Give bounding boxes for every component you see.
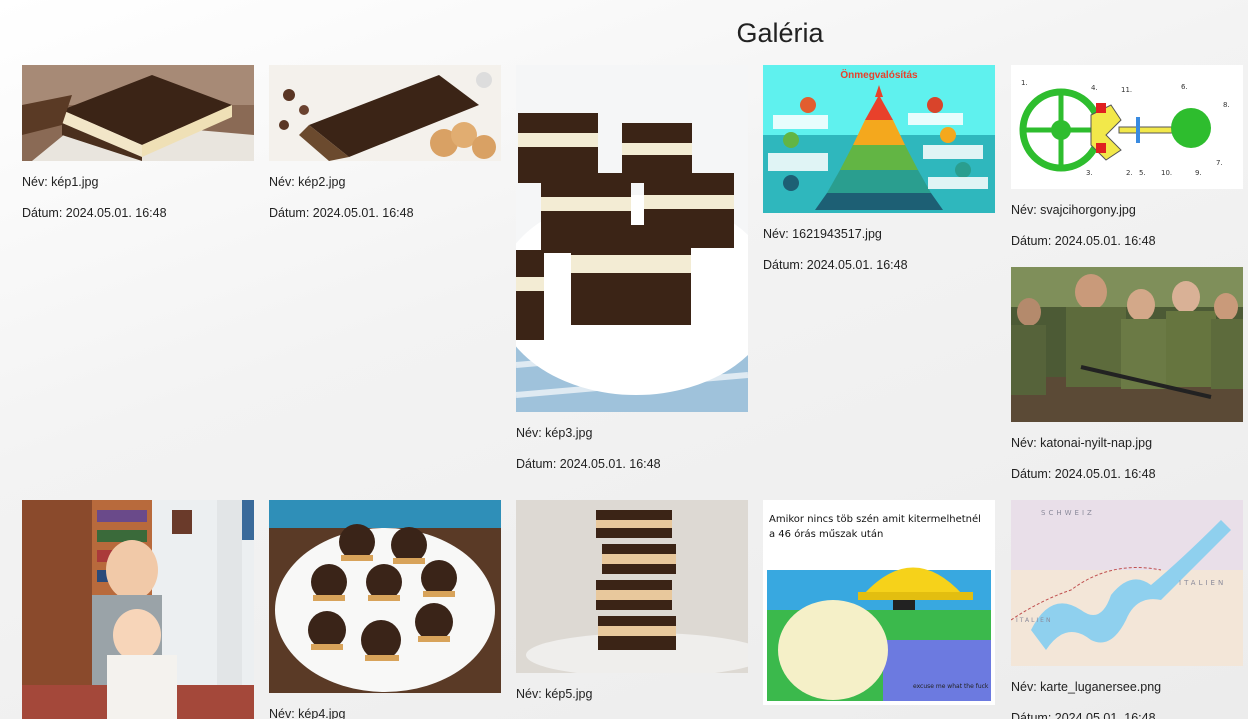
image-date: Dátum: 2024.05.01. 16:48 <box>763 258 908 272</box>
diagram-label: 1. <box>1021 79 1028 87</box>
image-meta: Név: kép5.jpg <box>516 687 750 701</box>
meme-top-text-line1: Amikor nincs töb szén amit kitermelhetné… <box>769 513 981 525</box>
gallery-item-children <box>22 500 256 719</box>
soldiers-photo-image[interactable] <box>1011 267 1243 422</box>
gallery-item-map: SCHWEIZ ITALIEN ITALIEN Név: karte_lugan… <box>1011 500 1245 719</box>
image-meta: Név: katonai-nyilt-nap.jpg Dátum: 2024.0… <box>1011 436 1245 481</box>
diagram-label: 7. <box>1216 159 1223 167</box>
image-name: Név: kép4.jpg <box>269 707 346 719</box>
image-name: Név: kép2.jpg <box>269 175 346 189</box>
meme-top-text-line2: a 46 órás műszak után <box>769 528 883 540</box>
gallery-item-kep5: Név: kép5.jpg <box>516 500 750 701</box>
diagram-label: 6. <box>1181 83 1188 91</box>
coconut-cookies-image[interactable] <box>269 500 501 693</box>
image-name: Név: 1621943517.jpg <box>763 227 882 241</box>
image-name: Név: svajcihorgony.jpg <box>1011 203 1136 217</box>
gallery-item-katonai: Név: katonai-nyilt-nap.jpg Dátum: 2024.0… <box>1011 267 1245 481</box>
diagram-label: 11. <box>1121 86 1132 94</box>
diagram-label: 3. <box>1086 169 1093 177</box>
image-meta: Név: karte_luganersee.png Dátum: 2024.05… <box>1011 680 1245 719</box>
anchor-escapement-diagram-image[interactable]: 1. 2. 3. 4. 5. 6. 7. 8. 9. 10. 11. <box>1011 65 1243 189</box>
gallery-item-kep3: Név: kép3.jpg Dátum: 2024.05.01. 16:48 <box>516 65 750 471</box>
miner-meme-image[interactable]: Amikor nincs töb szén amit kitermelhetné… <box>763 500 995 705</box>
image-date: Dátum: 2024.05.01. 16:48 <box>1011 467 1156 481</box>
gallery-item-kep4: Név: kép4.jpg <box>269 500 503 719</box>
diagram-label: 2. <box>1126 169 1133 177</box>
image-date: Dátum: 2024.05.01. 16:48 <box>22 206 167 220</box>
image-date: Dátum: 2024.05.01. 16:48 <box>516 457 661 471</box>
image-meta: Név: kép3.jpg Dátum: 2024.05.01. 16:48 <box>516 426 750 471</box>
children-photo-image[interactable] <box>22 500 254 719</box>
gallery-item-kep1: Név: kép1.jpg Dátum: 2024.05.01. 16:48 <box>22 65 256 220</box>
diagram-label: 8. <box>1223 101 1230 109</box>
cake-squares-image[interactable] <box>516 65 748 412</box>
chocolate-roll-image[interactable] <box>269 65 501 161</box>
meme-caption: excuse me what the fuck <box>913 683 989 690</box>
page-title: Galéria <box>736 18 824 48</box>
lake-lugano-map-image[interactable]: SCHWEIZ ITALIEN ITALIEN <box>1011 500 1243 666</box>
diagram-label: 4. <box>1091 84 1098 92</box>
gallery-item-svajcihorgony: 1. 2. 3. 4. 5. 6. 7. 8. 9. 10. 11. Név: … <box>1011 65 1245 248</box>
image-name: Név: katonai-nyilt-nap.jpg <box>1011 436 1153 450</box>
image-date: Dátum: 2024.05.01. 16:48 <box>1011 711 1156 719</box>
image-meta: Név: 1621943517.jpg Dátum: 2024.05.01. 1… <box>763 227 997 272</box>
image-name: Név: kép1.jpg <box>22 175 99 189</box>
gallery-item-kep2: Név: kép2.jpg Dátum: 2024.05.01. 16:48 <box>269 65 503 220</box>
gallery-item-pyramid: Önmegvalósítás Név: 1621943517.jpg Dátum… <box>763 65 997 272</box>
pyramid-infographic-image[interactable]: Önmegvalósítás <box>763 65 995 213</box>
image-meta: Név: svajcihorgony.jpg Dátum: 2024.05.01… <box>1011 203 1245 248</box>
image-meta: Név: kép4.jpg <box>269 707 503 719</box>
map-label: ITALIEN <box>1179 579 1226 587</box>
gallery-item-meme: Amikor nincs töb szén amit kitermelhetné… <box>763 500 997 705</box>
image-name: Név: kép5.jpg <box>516 687 593 701</box>
cake-stack-image[interactable] <box>516 500 748 673</box>
infographic-title: Önmegvalósítás <box>840 68 918 81</box>
image-date: Dátum: 2024.05.01. 16:48 <box>269 206 414 220</box>
diagram-label: 9. <box>1195 169 1202 177</box>
diagram-label: 10. <box>1161 169 1172 177</box>
cake-slice-image[interactable] <box>22 65 254 161</box>
gallery: Galéria Név: kép1.jpg Dátum: 2024.05.01.… <box>0 0 1248 719</box>
image-name: Név: kép3.jpg <box>516 426 593 440</box>
image-meta: Név: kép1.jpg Dátum: 2024.05.01. 16:48 <box>22 175 256 220</box>
image-meta: Név: kép2.jpg Dátum: 2024.05.01. 16:48 <box>269 175 503 220</box>
image-date: Dátum: 2024.05.01. 16:48 <box>1011 234 1156 248</box>
map-label: SCHWEIZ <box>1041 509 1095 517</box>
diagram-label: 5. <box>1139 169 1146 177</box>
map-label: ITALIEN <box>1016 617 1052 624</box>
image-name: Név: karte_luganersee.png <box>1011 680 1162 694</box>
